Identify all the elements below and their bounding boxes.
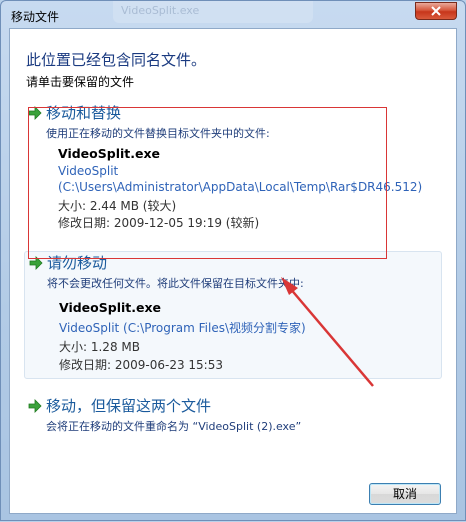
red-annotation-arrow-icon — [281, 277, 374, 387]
cancel-button[interactable]: 取消 — [369, 483, 441, 505]
dialog-window: 移动文件 VideoSplit.exe 此位置已经包含同名文件。 请单击要保留的… — [0, 0, 466, 521]
